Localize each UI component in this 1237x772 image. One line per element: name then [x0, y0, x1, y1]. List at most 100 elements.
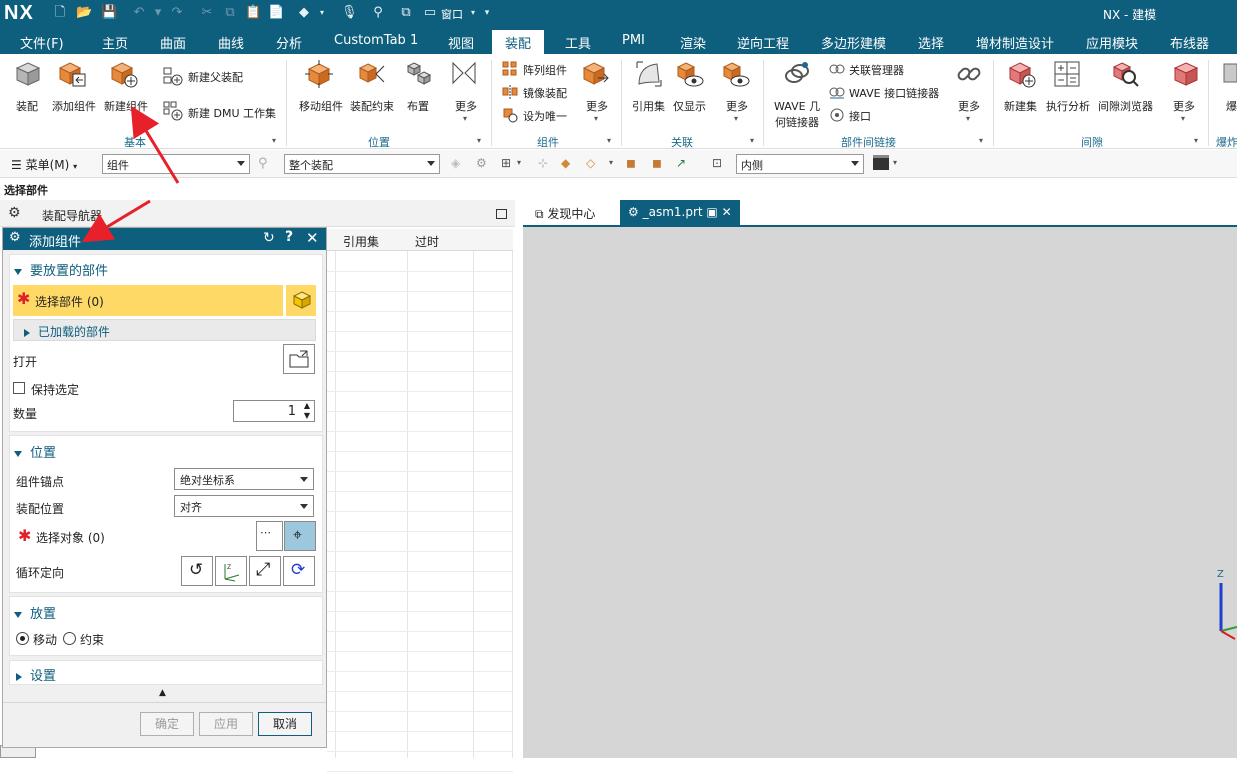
touch-mode-dropdown-icon[interactable]: ▾ — [314, 5, 330, 21]
clearance-browser-button[interactable]: 间隙浏览器 — [1098, 98, 1153, 114]
graphics-window[interactable]: Z — [523, 227, 1237, 758]
group-inter-part-dropdown-icon[interactable]: ▾ — [979, 136, 983, 145]
tab-edit-icon[interactable]: ▣ — [706, 205, 717, 219]
reset-orientation-button[interactable]: ↺ — [181, 556, 213, 586]
rotate-90-button[interactable]: ⟳ — [283, 556, 315, 586]
save-icon[interactable]: 💾 — [101, 5, 117, 21]
group-basic-dropdown-icon[interactable]: ▾ — [272, 136, 276, 145]
section-header-settings[interactable]: 设置 — [16, 665, 56, 684]
related-more-button[interactable]: 更多 — [726, 98, 748, 114]
reference-set-toolbar-icon[interactable]: ⊡ — [712, 156, 722, 170]
constraint-radio[interactable] — [63, 632, 76, 645]
snap-point-icon[interactable]: ⚙ — [476, 156, 487, 170]
tab-customtab1[interactable]: CustomTab 1 — [334, 33, 418, 48]
group-position-dropdown-icon[interactable]: ▾ — [477, 136, 481, 145]
make-unique-button[interactable]: 设为唯一 — [523, 108, 567, 124]
select-face-dropdown-icon[interactable]: ▾ — [609, 158, 613, 167]
perform-analysis-button[interactable]: 执行分析 — [1046, 98, 1090, 114]
position-more-dropdown-icon[interactable]: ▾ — [463, 114, 467, 123]
stepper-arrows-icon[interactable]: ▲ ▼ — [304, 401, 310, 421]
component-anchor-combo[interactable]: 绝对坐标系 — [174, 468, 314, 490]
customize-qat-icon[interactable]: ▾ — [479, 5, 495, 21]
new-file-icon[interactable]: 🗋 — [52, 5, 68, 21]
csys-filter-icon[interactable]: ↗ — [676, 156, 686, 170]
command-finder-icon[interactable]: ⚲ — [370, 5, 386, 21]
touch-mode-icon[interactable]: ◆ — [296, 5, 312, 21]
redo-icon[interactable]: ↷ — [169, 5, 185, 21]
paste-icon[interactable]: 📋 — [245, 5, 261, 21]
new-parent-assembly-button[interactable]: 新建父装配 — [188, 69, 243, 85]
navigator-settings-icon[interactable]: ⚙ — [8, 205, 21, 221]
new-component-button[interactable]: 新建组件 — [104, 98, 148, 114]
select-all-icon[interactable]: ◈ — [451, 156, 460, 170]
add-component-button[interactable]: 添加组件 — [52, 98, 96, 114]
reverse-direction-button[interactable]: ⤢ — [249, 556, 281, 586]
move-radio[interactable] — [16, 632, 29, 645]
quantity-stepper[interactable]: 1 ▲ ▼ — [233, 400, 315, 422]
keep-selected-checkbox[interactable] — [13, 382, 25, 394]
copy-icon[interactable]: ⧉ — [222, 5, 238, 21]
csys-orientation-button[interactable]: Z — [215, 556, 247, 586]
help-icon[interactable]: ? — [285, 229, 293, 245]
tab-additive-design[interactable]: 增材制造设计 — [976, 33, 1054, 52]
reference-set-combo[interactable]: 内侧 — [736, 154, 864, 174]
tab-file[interactable]: 文件(F) — [20, 33, 64, 52]
undo-icon[interactable]: ↶ — [131, 5, 147, 21]
tab-surface[interactable]: 曲面 — [160, 33, 186, 52]
apply-button[interactable]: 应用 — [199, 712, 253, 736]
show-only-button[interactable]: 仅显示 — [673, 98, 706, 114]
tab-tools[interactable]: 工具 — [565, 33, 591, 52]
type-filter-combo[interactable]: 组件 — [102, 154, 250, 174]
component-more-dropdown-icon[interactable]: ▾ — [594, 114, 598, 123]
new-dmu-workset-button[interactable]: 新建 DMU 工作集 — [188, 105, 276, 121]
component-more-button[interactable]: 更多 — [586, 98, 608, 114]
tab-view[interactable]: 视图 — [448, 33, 474, 52]
section-header-position[interactable]: 位置 — [14, 442, 56, 461]
inter-part-more-button[interactable]: 更多 — [958, 98, 980, 114]
move-component-button[interactable]: 移动组件 — [299, 98, 343, 114]
tab-selection[interactable]: 选择 — [918, 33, 944, 52]
tab-analysis[interactable]: 分析 — [276, 33, 302, 52]
dialog-close-icon[interactable]: ✕ — [306, 229, 319, 247]
selection-scope-combo[interactable]: 整个装配 — [284, 154, 440, 174]
reference-set-button[interactable]: 引用集 — [632, 98, 665, 114]
new-set-button[interactable]: 新建集 — [1004, 98, 1037, 114]
group-component-dropdown-icon[interactable]: ▾ — [607, 136, 611, 145]
select-edge-icon[interactable]: ⊹ — [538, 156, 548, 170]
display-mode-icon[interactable] — [873, 155, 889, 170]
tab-curve[interactable]: 曲线 — [218, 33, 244, 52]
select-part-button[interactable] — [284, 285, 316, 316]
filter-icon[interactable]: ⚲ — [258, 156, 268, 171]
wave-interface-linker-button[interactable]: WAVE 接口链接器 — [849, 85, 939, 101]
tab-reverse-engineering[interactable]: 逆向工程 — [737, 33, 789, 52]
mirror-assembly-button[interactable]: 镜像装配 — [523, 85, 567, 101]
wave-geometry-linker-button[interactable]: WAVE 几何链接器 — [774, 98, 820, 130]
explode-button[interactable]: 爆 — [1226, 98, 1237, 114]
related-more-dropdown-icon[interactable]: ▾ — [734, 114, 738, 123]
window-icon[interactable]: ▭ — [422, 5, 438, 21]
tab-routing[interactable]: 布线器 — [1170, 33, 1209, 52]
group-clearance-dropdown-icon[interactable]: ▾ — [1194, 136, 1198, 145]
paste-special-icon[interactable]: 📄 — [268, 5, 284, 21]
assembly-constraint-button[interactable]: 装配约束 — [350, 98, 394, 114]
arrange-button[interactable]: 布置 — [407, 98, 429, 114]
select-face-icon[interactable]: ◇ — [586, 156, 595, 170]
display-mode-dropdown-icon[interactable]: ▾ — [893, 158, 897, 167]
open-button[interactable] — [283, 344, 315, 374]
tab-pmi[interactable]: PMI — [622, 33, 645, 48]
inter-part-more-dropdown-icon[interactable]: ▾ — [966, 114, 970, 123]
tab-close-icon[interactable]: ✕ — [722, 205, 732, 219]
array-component-button[interactable]: 阵列组件 — [523, 62, 567, 78]
assemble-button[interactable]: 装配 — [16, 98, 38, 114]
open-file-icon[interactable]: 📂 — [76, 5, 92, 21]
ok-button[interactable]: 确定 — [140, 712, 194, 736]
undo-dropdown-icon[interactable]: ▾ — [150, 5, 166, 21]
tab-home[interactable]: 主页 — [102, 33, 128, 52]
section-header-parts[interactable]: 要放置的部件 — [14, 260, 108, 279]
interface-button[interactable]: 接口 — [849, 108, 871, 124]
loaded-parts-row[interactable]: 已加载的部件 — [13, 319, 316, 341]
position-more-button[interactable]: 更多 — [455, 98, 477, 114]
tab-asm1-prt[interactable]: ⚙ _asm1.prt ▣ ✕ — [620, 200, 740, 225]
group-related-dropdown-icon[interactable]: ▾ — [750, 136, 754, 145]
relationship-manager-button[interactable]: 关联管理器 — [849, 62, 904, 78]
